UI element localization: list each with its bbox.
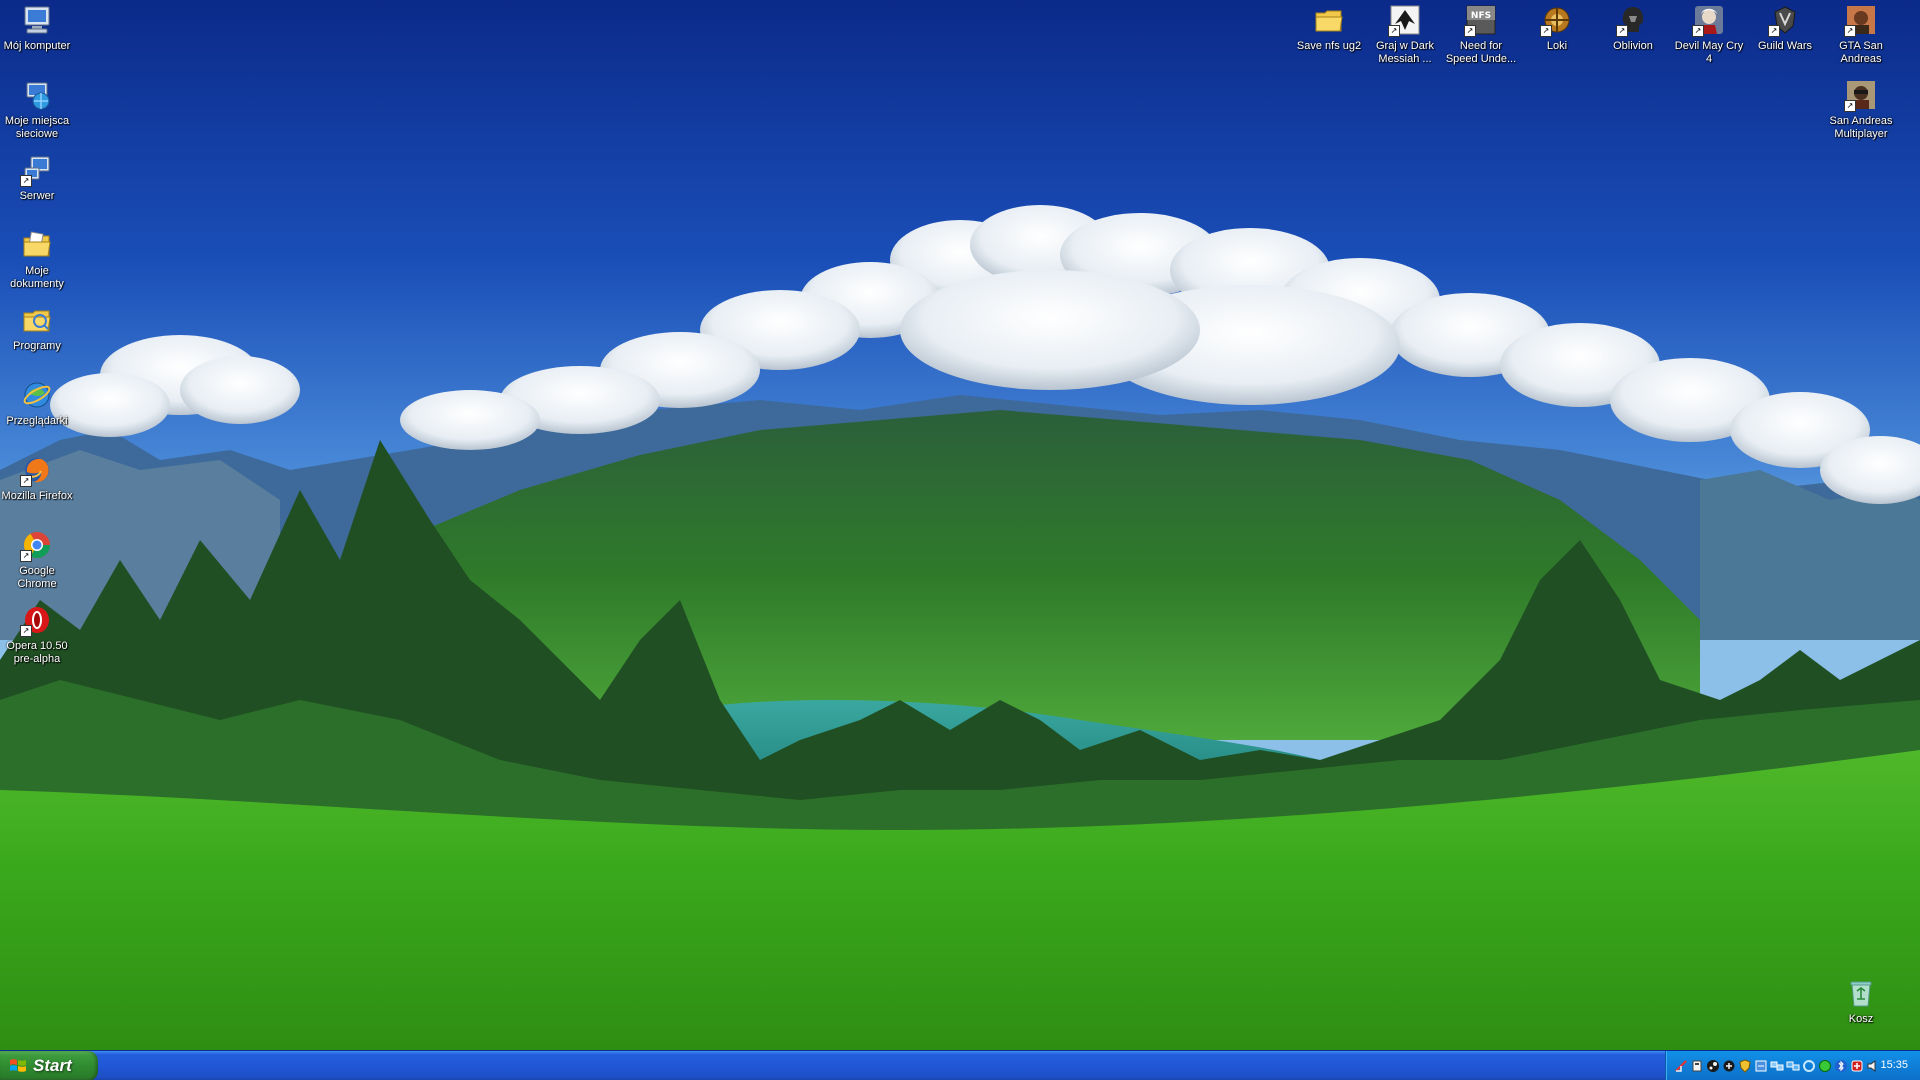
- shortcut-arrow-icon: ↗: [1464, 25, 1476, 37]
- icon-label: Save nfs ug2: [1296, 40, 1362, 52]
- messenger-icon[interactable]: [1818, 1059, 1832, 1073]
- connection-icon[interactable]: [1770, 1059, 1784, 1073]
- devil-may-cry-icon: ↗: [1692, 4, 1725, 37]
- loki-icon: ↗: [1540, 4, 1573, 37]
- icon-label: Loki: [1546, 40, 1568, 52]
- icon-label: Przeglądarki: [6, 415, 68, 427]
- taskbar[interactable]: Start 15:35: [0, 1050, 1920, 1080]
- security-icon[interactable]: [1738, 1059, 1752, 1073]
- desktop-icon-recycle-bin[interactable]: Kosz: [1824, 975, 1898, 1026]
- windows-flag-icon: [10, 1059, 26, 1072]
- icon-label: GTA San Andreas: [1839, 40, 1883, 65]
- svg-text:NFS: NFS: [1471, 11, 1491, 21]
- icon-label: Guild Wars: [1758, 40, 1812, 52]
- start-label: Start: [33, 1056, 72, 1075]
- desktop-icon-browsers[interactable]: Przeglądarki: [0, 377, 74, 428]
- bluetooth-icon[interactable]: [1834, 1059, 1848, 1073]
- network-icon[interactable]: [1674, 1059, 1688, 1073]
- network-places-icon: [21, 79, 53, 111]
- icon-label: Programy: [13, 340, 61, 352]
- shortcut-arrow-icon: ↗: [1692, 25, 1704, 37]
- folder-icon: [1313, 4, 1345, 36]
- desktop-icon-firefox[interactable]: ↗ Mozilla Firefox: [0, 452, 74, 503]
- dark-messiah-icon: ↗: [1388, 4, 1421, 37]
- shortcut-arrow-icon: ↗: [1616, 25, 1628, 37]
- oblivion-icon: ↗: [1616, 4, 1649, 37]
- shield-icon[interactable]: [1690, 1059, 1704, 1073]
- antivirus-icon[interactable]: [1850, 1059, 1864, 1073]
- recycle-bin-icon: [1845, 977, 1877, 1009]
- desktop-icon-programs[interactable]: Programy: [0, 302, 74, 353]
- start-button[interactable]: Start: [0, 1051, 98, 1080]
- samp-icon: ↗: [1844, 79, 1877, 112]
- icon-label: Mozilla Firefox: [1, 490, 73, 502]
- desktop-icon-network-places[interactable]: Moje miejsca sieciowe: [0, 77, 74, 141]
- speaker-icon[interactable]: [1866, 1059, 1880, 1073]
- desktop-icon-chrome[interactable]: ↗ Google Chrome: [0, 527, 74, 591]
- nfs-icon: NFS ↗: [1464, 4, 1497, 37]
- shortcut-arrow-icon: ↗: [1844, 25, 1856, 37]
- shortcut-arrow-icon: ↗: [20, 550, 32, 562]
- desktop-icon-my-documents[interactable]: Moje dokumenty: [0, 227, 74, 291]
- computer-icon: [21, 4, 53, 36]
- programs-folder-icon: [21, 304, 53, 336]
- icon-label: Opera 10.50 pre-alpha: [6, 640, 68, 665]
- gta-icon: ↗: [1844, 4, 1877, 37]
- icon-label: Need for Speed Unde...: [1445, 40, 1517, 65]
- icon-label: Moje miejsca sieciowe: [4, 115, 70, 140]
- documents-folder-icon: [21, 229, 53, 261]
- desktop-icon-nfs-underground[interactable]: NFS ↗ Need for Speed Unde...: [1444, 2, 1518, 66]
- desktop-icon-dark-messiah[interactable]: ↗ Graj w Dark Messiah ...: [1368, 2, 1442, 66]
- desktop[interactable]: Mój komputer Moje miejsca sieciowe ↗ Ser…: [0, 0, 1920, 1080]
- wallpaper-landscape: [0, 0, 1920, 1050]
- opera-icon: ↗: [20, 604, 53, 637]
- browsers-icon: [21, 379, 53, 411]
- icon-label: Oblivion: [1613, 40, 1653, 52]
- system-tray: 15:35: [1665, 1051, 1920, 1080]
- desktop-icon-devil-may-cry[interactable]: ↗ Devil May Cry 4: [1672, 2, 1746, 66]
- desktop-icon-loki[interactable]: ↗ Loki: [1520, 2, 1594, 53]
- desktop-icon-gta-sa[interactable]: ↗ GTA San Andreas: [1824, 2, 1898, 66]
- icon-label: San Andreas Multiplayer: [1829, 115, 1893, 140]
- tray-icons: [1674, 1059, 1880, 1073]
- icon-label: Kosz: [1848, 1013, 1874, 1025]
- server-icon: ↗: [20, 154, 53, 187]
- firefox-icon: ↗: [20, 454, 53, 487]
- guild-wars-icon: ↗: [1768, 4, 1801, 37]
- icon-label: Mój komputer: [3, 40, 71, 52]
- update-icon[interactable]: [1754, 1059, 1768, 1073]
- icon-label: Google Chrome: [17, 565, 57, 590]
- desktop-icon-save-nfs[interactable]: Save nfs ug2: [1292, 2, 1366, 53]
- shortcut-arrow-icon: ↗: [1768, 25, 1780, 37]
- shortcut-arrow-icon: ↗: [1388, 25, 1400, 37]
- volume-control-icon[interactable]: [1786, 1059, 1800, 1073]
- shortcut-arrow-icon: ↗: [1844, 100, 1856, 112]
- sync-icon[interactable]: [1802, 1059, 1816, 1073]
- desktop-icon-server[interactable]: ↗ Serwer: [0, 152, 74, 203]
- desktop-icon-sa-mp[interactable]: ↗ San Andreas Multiplayer: [1824, 77, 1898, 141]
- shortcut-arrow-icon: ↗: [20, 175, 32, 187]
- desktop-icon-opera[interactable]: ↗ Opera 10.50 pre-alpha: [0, 602, 74, 666]
- desktop-icon-my-computer[interactable]: Mój komputer: [0, 2, 74, 53]
- desktop-icon-guild-wars[interactable]: ↗ Guild Wars: [1748, 2, 1822, 53]
- clock[interactable]: 15:35: [1880, 1059, 1908, 1071]
- skype-icon[interactable]: [1722, 1059, 1736, 1073]
- desktop-icon-oblivion[interactable]: ↗ Oblivion: [1596, 2, 1670, 53]
- shortcut-arrow-icon: ↗: [20, 475, 32, 487]
- shortcut-arrow-icon: ↗: [20, 625, 32, 637]
- icon-label: Moje dokumenty: [10, 265, 64, 290]
- steam-icon[interactable]: [1706, 1059, 1720, 1073]
- shortcut-arrow-icon: ↗: [1540, 25, 1552, 37]
- chrome-icon: ↗: [20, 529, 53, 562]
- icon-label: Serwer: [19, 190, 55, 202]
- icon-label: Devil May Cry 4: [1674, 40, 1744, 65]
- icon-label: Graj w Dark Messiah ...: [1375, 40, 1435, 65]
